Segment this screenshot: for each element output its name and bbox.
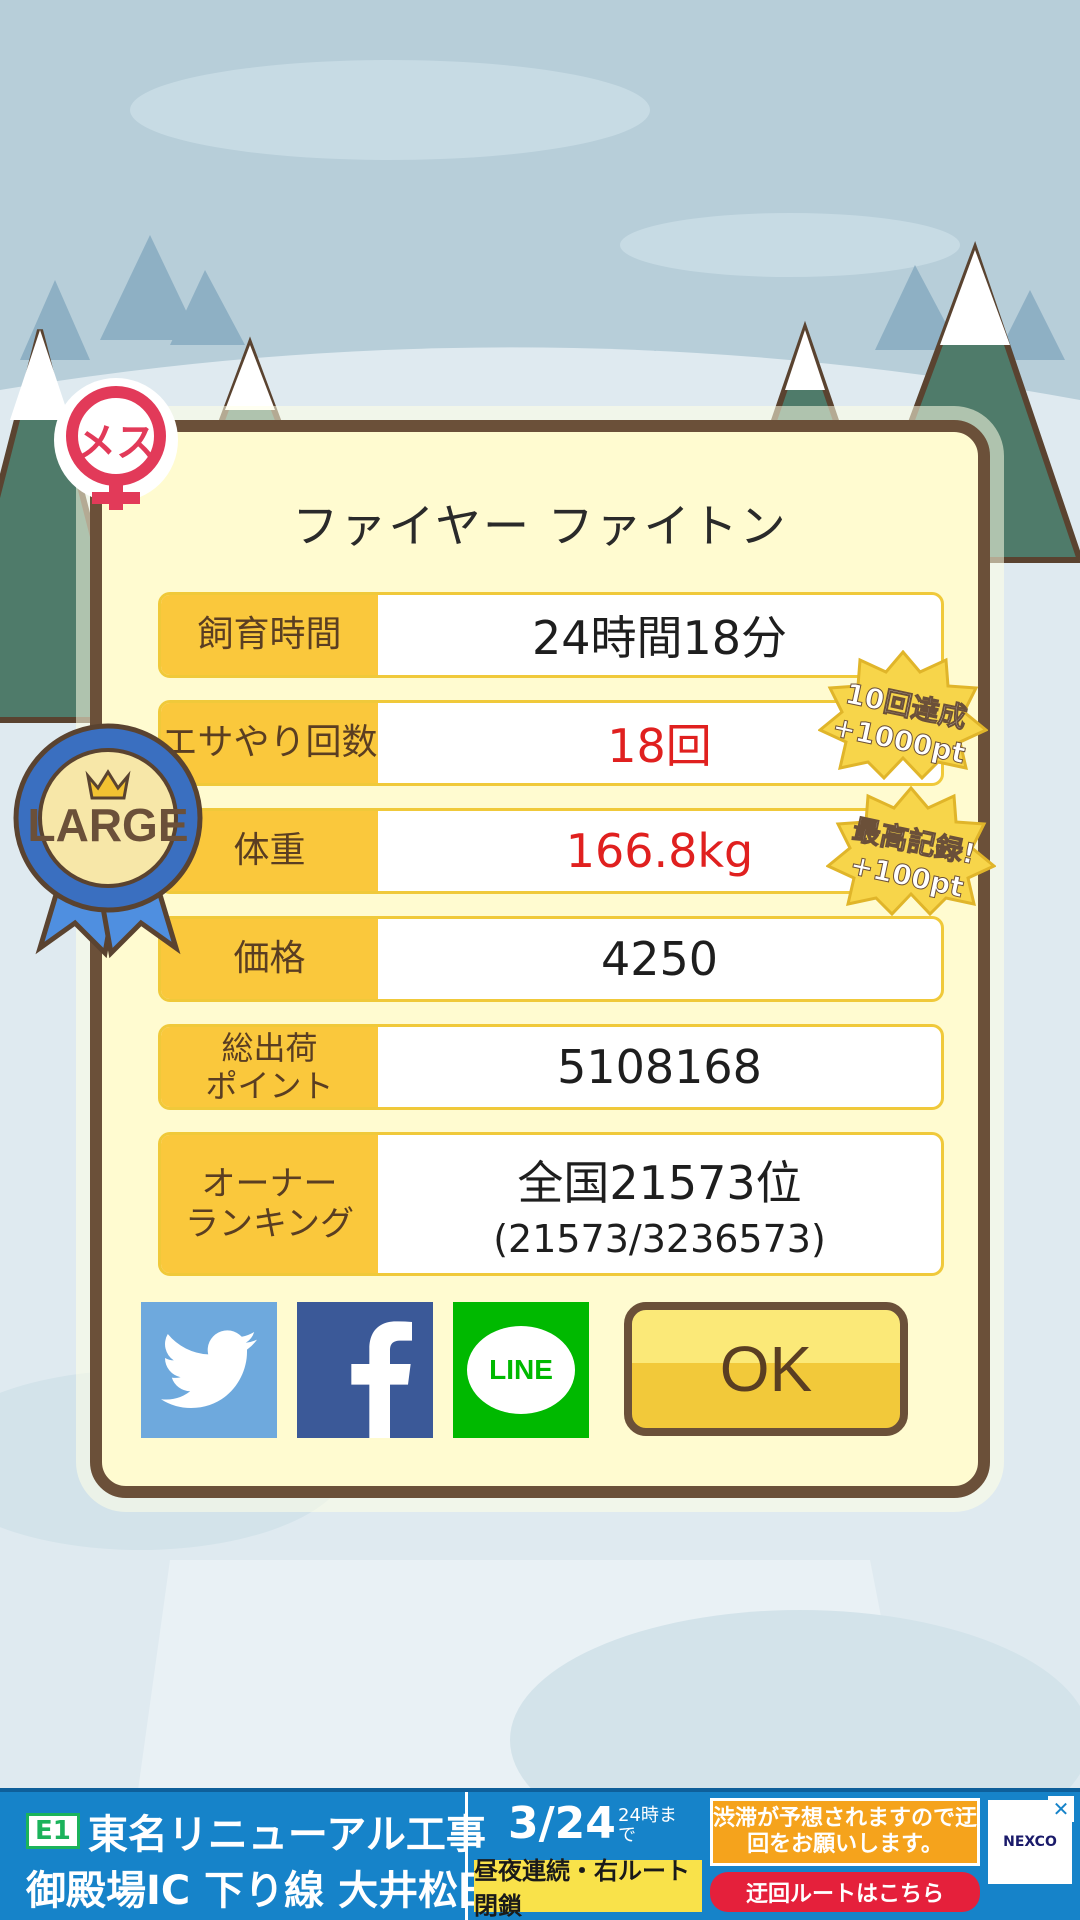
ad-line1: 東名リニューアル工事 <box>87 1812 486 1858</box>
stat-row-price: 価格 4250 <box>158 916 944 1002</box>
ad-date-note: 24時まで <box>618 1805 677 1846</box>
stat-value: 5108168 <box>557 1040 762 1094</box>
pet-name: ファイヤー ファイトン <box>292 499 788 553</box>
stat-label: 総出荷 ポイント <box>161 1027 378 1107</box>
stat-row-owner-ranking: オーナー ランキング 全国21573位 (21573/3236573) <box>158 1132 944 1276</box>
ad-date: 3/24 <box>508 1798 616 1849</box>
facebook-share-button[interactable] <box>297 1302 433 1438</box>
stat-value: 4250 <box>600 932 719 986</box>
line-icon: LINE <box>467 1326 575 1414</box>
ranking-fraction: (21573/3236573) <box>493 1217 826 1261</box>
ad-warning: 渋滞が予想されますので迂回をお願いします。 <box>710 1798 980 1866</box>
twitter-share-button[interactable] <box>141 1302 277 1438</box>
line-share-button[interactable]: LINE <box>453 1302 589 1438</box>
large-size-ribbon: LARGE <box>10 718 206 959</box>
ok-button[interactable]: OK <box>624 1302 908 1436</box>
ad-closure: 昼夜連続・右ルート閉鎖 <box>474 1857 702 1920</box>
facebook-icon <box>351 1321 412 1438</box>
ad-detour-button[interactable]: 迂回ルートはこちら <box>710 1872 980 1912</box>
stat-label: オーナー ランキング <box>161 1135 378 1273</box>
twitter-icon <box>161 1330 257 1408</box>
result-card: ファイヤー ファイトン 飼育時間 24時間18分 エサやり回数 18回 体重 1… <box>90 420 990 1498</box>
female-label: メス <box>76 420 156 466</box>
ad-date-block: 3/24 24時まで 昼夜連続・右ルート閉鎖 <box>465 1792 705 1920</box>
ad-banner[interactable]: E1 東名リニューアル工事 御殿場IC 下り線 大井松田IC 3/24 24時ま… <box>0 1788 1080 1920</box>
stat-label: 飼育時間 <box>161 595 378 675</box>
large-label: LARGE <box>27 799 189 851</box>
ranking-position: 全国21573位 <box>517 1156 802 1210</box>
road-sign: E1 <box>26 1813 80 1849</box>
bonus-badge-feed: 10回達成 +1000pt <box>817 649 989 781</box>
female-badge: メス <box>52 376 180 510</box>
ad-right-block: 渋滞が予想されますので迂回をお願いします。 迂回ルートはこちら <box>710 1798 980 1916</box>
stat-row-total-points: 総出荷 ポイント 5108168 <box>158 1024 944 1110</box>
ad-headline: E1 東名リニューアル工事 <box>26 1802 486 1860</box>
stat-value: 全国21573位 (21573/3236573) <box>378 1135 941 1273</box>
ad-close-icon[interactable]: ✕ <box>1048 1796 1074 1822</box>
line-icon-label: LINE <box>489 1354 553 1385</box>
bonus-badge-record: 最高記録! +100pt <box>825 785 997 917</box>
